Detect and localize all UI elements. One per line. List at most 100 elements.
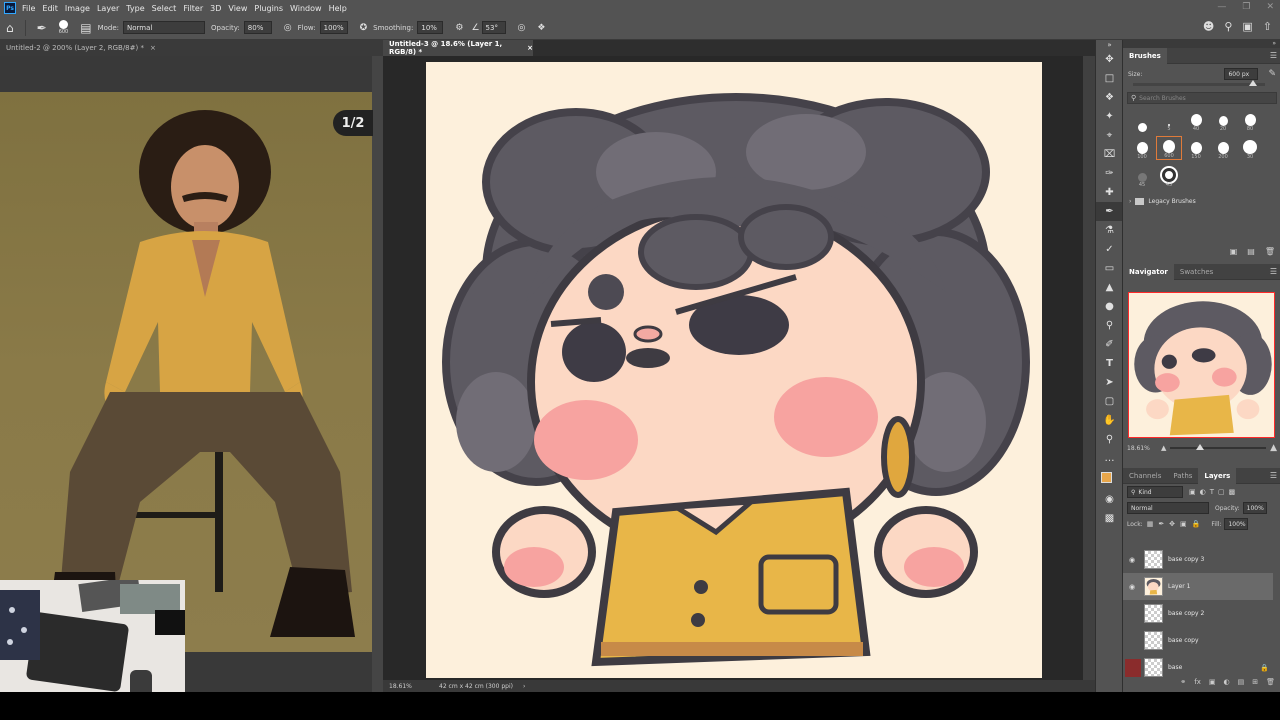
canvas-area[interactable] [383, 56, 1095, 680]
panel-menu-icon[interactable]: ☰ [1270, 471, 1277, 480]
layer-row[interactable]: ◉ base copy 3 [1123, 546, 1273, 573]
menu-file[interactable]: File [22, 4, 35, 13]
minimize-icon[interactable]: — [1217, 2, 1226, 12]
slider-thumb[interactable] [1249, 80, 1257, 86]
path-selection-tool-icon[interactable]: ➤ [1096, 373, 1123, 392]
brush-preset[interactable]: 200 [1210, 136, 1236, 160]
symmetry-icon[interactable]: ❖ [537, 23, 545, 33]
delete-icon[interactable]: 🗑 [1265, 247, 1275, 256]
eye-icon[interactable]: ◉ [1123, 556, 1141, 564]
gear-icon[interactable]: ⚙ [455, 23, 463, 33]
brush-preset[interactable]: 80 [1237, 108, 1263, 132]
share-export-icon[interactable]: ⇧ [1263, 20, 1272, 33]
document-info[interactable]: 42 cm x 42 cm (300 ppi) [439, 683, 513, 690]
clone-stamp-tool-icon[interactable]: ⚗ [1096, 221, 1123, 240]
brush-preset[interactable]: 100 [1129, 136, 1155, 160]
chevron-right-icon[interactable]: › [523, 683, 525, 690]
eye-off-icon[interactable] [1125, 658, 1141, 677]
tab-navigator[interactable]: Navigator [1123, 263, 1174, 280]
tab-paths[interactable]: Paths [1167, 468, 1198, 484]
vertical-scrollbar[interactable] [1083, 56, 1095, 680]
smoothing-field[interactable]: 10% [417, 21, 444, 34]
frame-tool-icon[interactable]: ⌧ [1096, 145, 1123, 164]
lasso-tool-icon[interactable]: ❖ [1096, 88, 1123, 107]
menu-view[interactable]: View [228, 4, 247, 13]
workspace-icon[interactable]: ▣ [1242, 20, 1252, 33]
brush-tool-icon[interactable]: ✒ [1096, 202, 1123, 221]
menu-window[interactable]: Window [290, 4, 322, 13]
brush-preset[interactable]: 45 [1129, 164, 1155, 188]
layer-row-selected[interactable]: ◉ Layer 1 [1123, 573, 1273, 600]
zoom-out-icon[interactable]: ▲ [1161, 444, 1166, 452]
new-group-icon[interactable]: ▣ [1230, 247, 1238, 256]
mode-select[interactable]: Normal [123, 21, 206, 34]
pressure-size-icon[interactable]: ◎ [518, 23, 526, 33]
search-icon[interactable]: ⚲ [1224, 20, 1232, 33]
menu-select[interactable]: Select [152, 4, 177, 13]
home-icon[interactable]: ⌂ [6, 21, 14, 35]
shape-tool-icon[interactable]: ▢ [1096, 392, 1123, 411]
magic-wand-tool-icon[interactable]: ✦ [1096, 107, 1123, 126]
menu-3d[interactable]: 3D [210, 4, 221, 13]
angle-field[interactable]: 53° [481, 21, 506, 34]
brush-preset[interactable] [1129, 108, 1155, 132]
more-tools-icon[interactable]: … [1096, 449, 1123, 468]
new-group-icon[interactable]: ▤ [1238, 678, 1245, 692]
search-brushes-field[interactable]: ⚲ Search Brushes [1127, 92, 1277, 104]
brush-preset[interactable]: 45 [1156, 164, 1182, 188]
tab-brushes[interactable]: Brushes [1123, 47, 1167, 64]
panel-menu-icon[interactable]: ☰ [1270, 51, 1277, 60]
healing-brush-tool-icon[interactable]: ✚ [1096, 183, 1123, 202]
opacity-field[interactable]: 80% [243, 21, 272, 34]
delete-icon[interactable]: 🗑 [1266, 678, 1275, 692]
vertical-scrollbar[interactable] [372, 56, 383, 692]
menu-edit[interactable]: Edit [42, 4, 58, 13]
menu-plugins[interactable]: Plugins [254, 4, 283, 13]
menu-type[interactable]: Type [126, 4, 144, 13]
brush-tool-icon[interactable]: ✒ [37, 21, 47, 35]
brush-size-field[interactable]: 600 px [1224, 68, 1259, 80]
eraser-tool-icon[interactable]: ▭ [1096, 259, 1123, 278]
layer-row[interactable]: base 🔒 [1123, 654, 1273, 681]
panel-menu-icon[interactable]: ☰ [1270, 267, 1277, 276]
new-brush-icon[interactable]: ✎ [1268, 69, 1276, 79]
brush-preset[interactable]: 20 [1210, 108, 1236, 132]
brush-settings-icon[interactable]: ▤ [80, 21, 91, 35]
tab-layers[interactable]: Layers [1198, 467, 1237, 484]
layer-fill-field[interactable]: 100% [1224, 518, 1249, 530]
zoom-level[interactable]: 18.61% [389, 683, 429, 690]
dodge-tool-icon[interactable]: ⚲ [1096, 316, 1123, 335]
menu-layer[interactable]: Layer [97, 4, 119, 13]
zoom-in-icon[interactable]: ▲ [1270, 443, 1277, 453]
move-tool-icon[interactable]: ✥ [1096, 50, 1123, 69]
collapse-icon[interactable]: » [1096, 40, 1123, 50]
type-tool-icon[interactable]: T [1096, 354, 1123, 373]
close-icon[interactable]: ✕ [1266, 2, 1274, 12]
chevron-right-icon[interactable]: › [1129, 198, 1131, 205]
paint-bucket-tool-icon[interactable]: ▲ [1096, 278, 1123, 297]
quick-mask-icon[interactable]: ◉ [1096, 490, 1123, 509]
fx-icon[interactable]: fx [1194, 678, 1201, 692]
airbrush-icon[interactable]: ✪ [360, 23, 368, 33]
brush-preset[interactable]: 30 [1237, 136, 1263, 160]
filter-type-icons[interactable]: ▣◐T▢▩ [1189, 488, 1239, 496]
color-swatches[interactable] [1096, 468, 1123, 490]
layer-row[interactable]: base copy 2 [1123, 600, 1273, 627]
navigator-zoom-slider[interactable] [1170, 444, 1267, 450]
brush-preset-picker[interactable]: 600 [59, 20, 68, 35]
new-layer-icon[interactable]: ⊞ [1252, 678, 1258, 692]
drawing-canvas[interactable] [426, 62, 1042, 678]
eye-icon[interactable]: ◉ [1123, 583, 1141, 591]
menu-image[interactable]: Image [65, 4, 90, 13]
layer-opacity-field[interactable]: 100% [1242, 502, 1267, 514]
brush-folder-row[interactable]: › Legacy Brushes [1123, 194, 1280, 208]
slider-thumb[interactable] [1196, 444, 1205, 450]
brush-size-slider[interactable] [1133, 80, 1265, 86]
pressure-opacity-icon[interactable]: ◎ [284, 23, 292, 33]
blur-tool-icon[interactable]: ● [1096, 297, 1123, 316]
eyedropper-tool-icon[interactable]: ✑ [1096, 164, 1123, 183]
share-icon[interactable]: ☻ [1203, 20, 1214, 33]
tab-channels[interactable]: Channels [1123, 468, 1167, 484]
navigator-zoom[interactable]: 18.61% [1127, 445, 1161, 452]
history-brush-tool-icon[interactable]: ✓ [1096, 240, 1123, 259]
